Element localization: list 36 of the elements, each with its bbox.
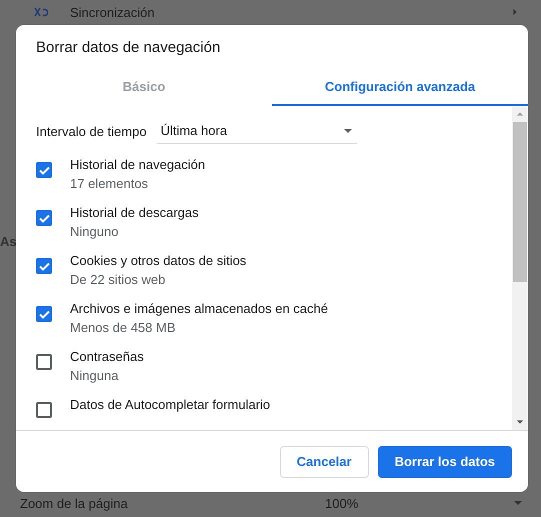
setting-label: As [0, 234, 16, 249]
field-label: Intervalo de tiempo [36, 124, 147, 138]
option-title: Cookies y otros datos de sitios [70, 253, 246, 268]
option-detail: Menos de 458 MB [70, 320, 177, 335]
caret-icon [513, 498, 523, 508]
scroll-up-icon [516, 110, 524, 118]
option-title: Datos de Autocompletar formulario [70, 397, 270, 412]
check-icon [38, 214, 50, 222]
scroll-down-icon [516, 418, 524, 426]
option-detail: Ninguna [70, 368, 120, 383]
sync-icon [34, 6, 48, 18]
option-detail: Ninguno [70, 224, 120, 239]
checkbox[interactable] [36, 354, 52, 370]
option-detail: 17 elementos [70, 176, 150, 191]
confirm-button[interactable]: Borrar los datos [378, 446, 512, 478]
time-range-dropdown[interactable]: Última hora [156, 118, 357, 144]
dialog-title: Borrar datos de navegación [35, 38, 222, 58]
option-title: Contraseñas [70, 349, 144, 364]
caret-icon [511, 8, 519, 16]
option-title: Historial de navegación [70, 157, 206, 172]
setting-label: Zoom de la página [20, 496, 129, 510]
zoom-value: 100% [325, 496, 360, 510]
option-title: Archivos e imágenes almacenados en caché [70, 301, 328, 316]
checkbox[interactable] [36, 162, 52, 178]
checkbox[interactable] [36, 306, 52, 322]
check-icon [38, 262, 50, 270]
check-icon [38, 166, 50, 174]
cancel-button[interactable]: Cancelar [280, 446, 369, 478]
option-title: Historial de descargas [70, 205, 199, 220]
option-detail: De 22 sitios web [70, 272, 166, 287]
check-icon [38, 310, 50, 318]
checkbox[interactable] [36, 402, 52, 418]
menu-label: Sincronización [70, 4, 156, 20]
checkbox[interactable] [36, 258, 52, 274]
checkbox[interactable] [36, 210, 52, 226]
scrollbar[interactable] [512, 106, 528, 430]
